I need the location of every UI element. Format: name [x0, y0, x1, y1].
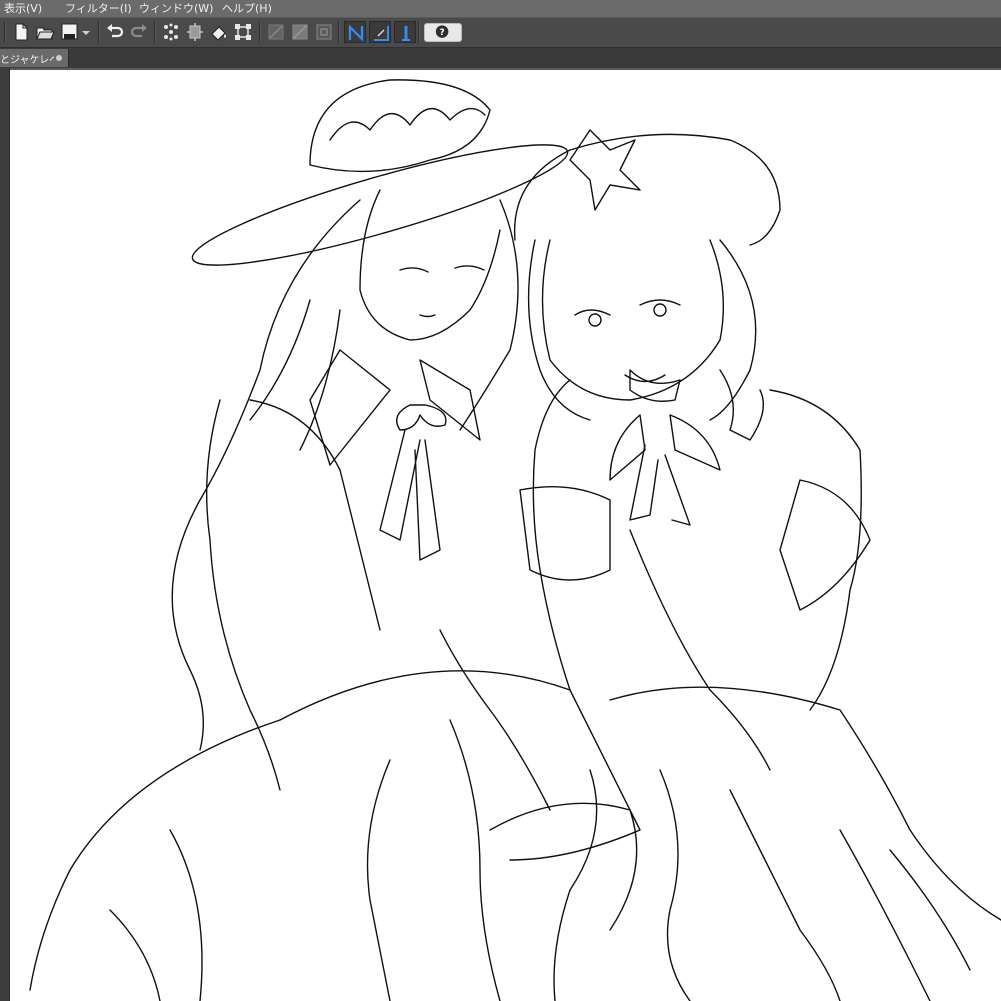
- snap-3d-icon[interactable]: [394, 21, 416, 43]
- left-torso-right: [439, 629, 551, 811]
- menu-filter[interactable]: フィルター(I): [65, 1, 132, 16]
- left-leg-back: [366, 759, 391, 1001]
- left-collar: [309, 349, 481, 466]
- right-hair-right: [709, 239, 757, 421]
- right-arm-right: [769, 389, 862, 711]
- menu-help[interactable]: ヘルプ(H): [222, 1, 272, 16]
- right-skirt: [609, 686, 1001, 921]
- right-face: [541, 239, 725, 401]
- right-eye-right: [653, 303, 667, 317]
- right-hair-tie: [719, 369, 764, 441]
- fit-icon[interactable]: [184, 21, 206, 43]
- right-leg-front: [659, 769, 691, 1001]
- command-bar: [0, 18, 1001, 48]
- toolbar-separator: [98, 22, 100, 42]
- left-arm-outer: [205, 399, 281, 791]
- left-hair-outer: [171, 199, 361, 751]
- modified-indicator-icon[interactable]: [56, 55, 62, 61]
- menu-bar: 表示(V) フィルター(I) ウィンドウ(W) ヘルプ(H): [0, 0, 1001, 18]
- document-tab-bar: とジャケレベ*: [0, 48, 1001, 68]
- menu-window[interactable]: ウィンドウ(W): [139, 1, 213, 16]
- right-arm-front: [629, 529, 771, 771]
- left-closed-eyes: [399, 265, 485, 273]
- help-button[interactable]: ?: [424, 23, 462, 42]
- open-folder-icon[interactable]: [34, 21, 56, 43]
- right-sleeve-right: [779, 479, 871, 611]
- left-ribbon-tails: [379, 429, 441, 561]
- redo-icon[interactable]: [128, 21, 150, 43]
- fill-icon[interactable]: [208, 21, 230, 43]
- right-bow-tails: [629, 444, 691, 526]
- left-skirt-folds: [109, 829, 203, 1001]
- right-torso-left: [532, 379, 571, 691]
- left-skirt-top: [279, 670, 641, 861]
- left-hair-inner: [459, 199, 519, 431]
- right-eye-left: [588, 313, 602, 327]
- right-cap-star: [569, 129, 641, 211]
- canvas-workspace[interactable]: [0, 68, 1001, 1001]
- left-skirt-left: [29, 719, 281, 991]
- left-torso: [249, 399, 381, 631]
- right-hair-left: [527, 239, 591, 421]
- toolbar-separator: [418, 22, 420, 42]
- new-canvas-icon[interactable]: [10, 21, 32, 43]
- left-face: [359, 189, 501, 341]
- left-ribbon-knot: [396, 404, 447, 431]
- scale-icon[interactable]: [232, 21, 254, 43]
- left-leg-front: [449, 719, 501, 1001]
- document-tab-label: とジャケレベ*: [0, 55, 54, 66]
- toolbar-separator: [259, 22, 261, 42]
- left-mouth: [419, 314, 436, 318]
- left-hair-strands: [249, 299, 341, 451]
- right-cap: [513, 133, 781, 246]
- snap-ruler-icon[interactable]: [344, 21, 366, 43]
- right-skirt-folds-2: [839, 829, 971, 1001]
- right-eyes: [574, 299, 681, 316]
- right-skirt-folds: [729, 789, 841, 1001]
- line-art-illustration: [29, 79, 1001, 1001]
- vertical-ruler: [0, 68, 10, 1001]
- snap-guide-icon[interactable]: [369, 21, 391, 43]
- special-snap-icon[interactable]: [313, 21, 335, 43]
- toolbar-separator: [4, 22, 6, 42]
- ruler-snap-icon[interactable]: [265, 21, 287, 43]
- left-hat-crown: [309, 79, 491, 173]
- dropdown-arrow-icon[interactable]: [79, 21, 93, 43]
- save-icon[interactable]: [59, 21, 81, 43]
- svg-text:?: ?: [440, 28, 445, 38]
- drawing-canvas[interactable]: [10, 70, 1001, 1001]
- toolbar-separator: [154, 22, 156, 42]
- toolbar-separator: [338, 22, 340, 42]
- grid-snap-icon[interactable]: [289, 21, 311, 43]
- menu-view[interactable]: 表示(V): [4, 1, 42, 16]
- right-bow-loops: [609, 414, 721, 481]
- left-hat-ruffle: [329, 107, 486, 141]
- document-tab[interactable]: とジャケレベ*: [0, 49, 69, 67]
- undo-icon[interactable]: [104, 21, 126, 43]
- selection-transform-icon[interactable]: [160, 21, 182, 43]
